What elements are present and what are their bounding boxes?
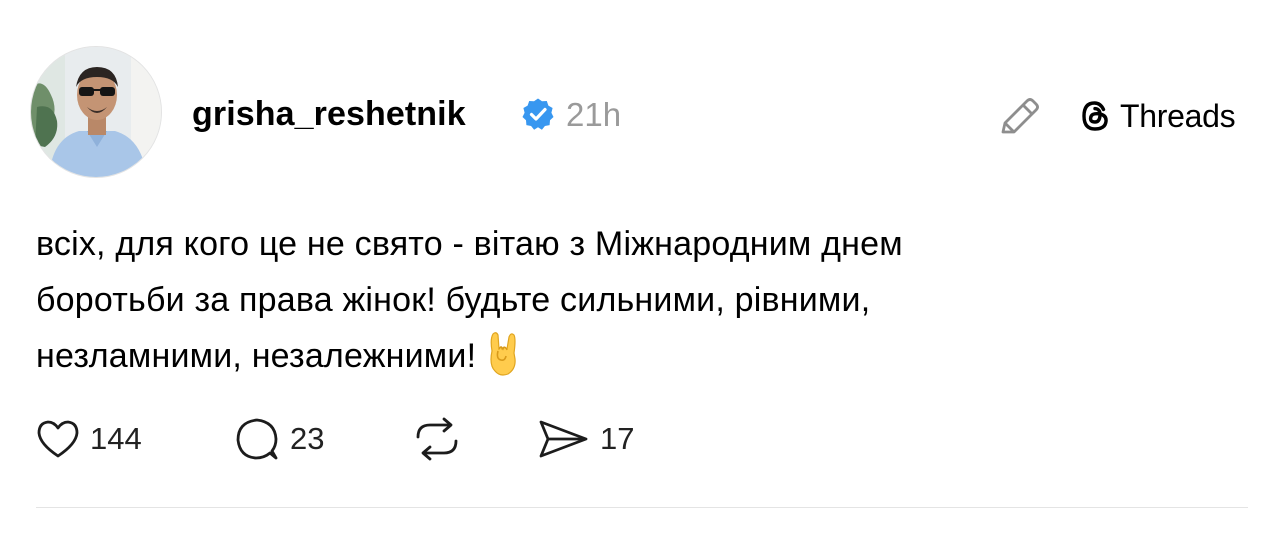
post-actions: 144 23 17 [36,414,736,464]
send-icon [539,420,588,458]
repost-button[interactable] [410,414,464,464]
threads-logo-icon [1082,101,1108,131]
post-text-segment: незламними, незалежними! [36,337,477,375]
post-text-line: незламними, незалежними! [36,328,1216,384]
like-button[interactable]: 144 [36,414,142,464]
reply-count: 23 [290,421,325,456]
avatar-photo [31,47,161,177]
avatar[interactable] [30,46,162,178]
heart-icon [37,420,79,458]
divider [36,507,1248,508]
share-button[interactable]: 17 [536,414,634,464]
share-count: 17 [600,421,635,456]
reply-button[interactable]: 23 [234,414,324,464]
verified-badge-icon [522,98,554,130]
post-text-line: боротьби за права жінок! будьте сильними… [36,281,871,319]
like-count: 144 [90,421,142,456]
rock-on-hand-emoji [490,332,516,376]
repost-icon [416,417,458,461]
post-time: 21h [566,96,622,133]
post-text-line: всіх, для кого це не свято - вітаю з Між… [36,225,903,263]
username[interactable]: grisha_reshetnik [192,92,466,136]
pencil-icon[interactable] [995,94,1043,138]
speech-bubble-icon [236,418,278,460]
threads-brand[interactable]: Threads [1078,94,1236,138]
threads-label: Threads [1120,97,1236,134]
post-text: всіх, для кого це не свято - вітаю з Між… [36,216,1216,384]
